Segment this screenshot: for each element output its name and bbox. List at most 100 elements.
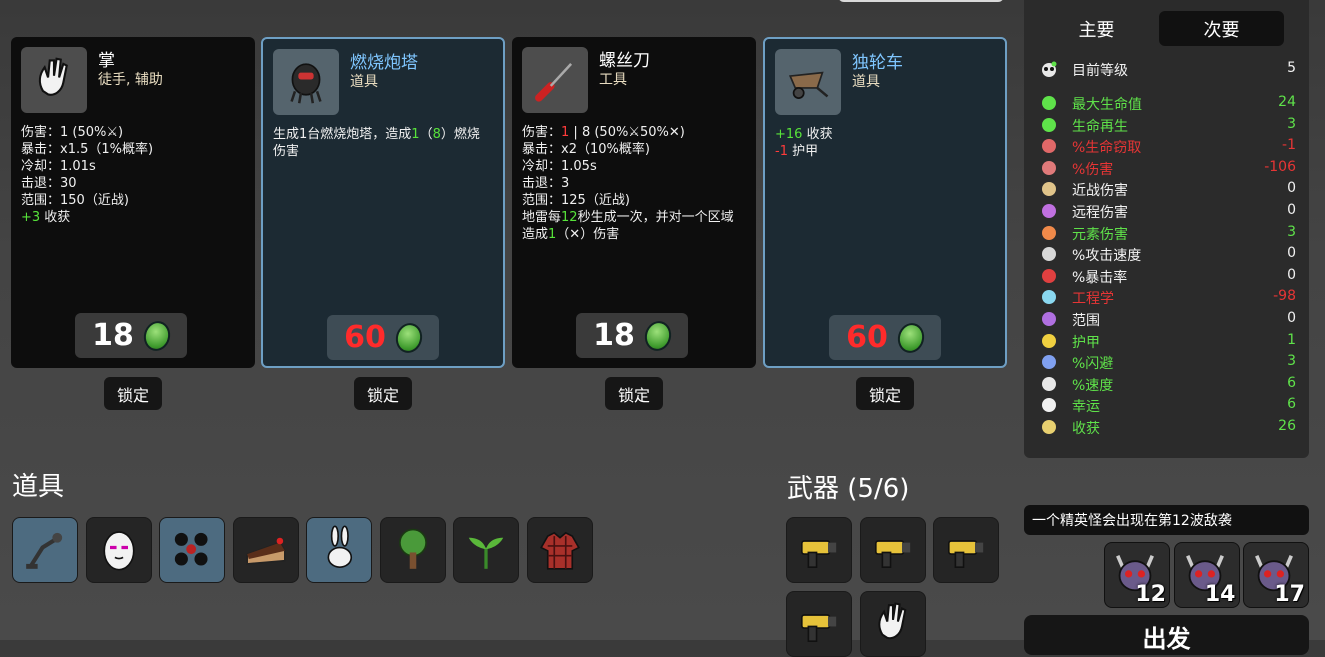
sword-icon <box>1042 182 1056 197</box>
lock-button[interactable]: 锁定 <box>856 377 914 410</box>
desc-segment: +3 <box>21 210 41 225</box>
stat-value: 3 <box>1287 115 1296 132</box>
weapon-slot[interactable] <box>860 517 926 583</box>
desc-line: 冷却：1.05s <box>522 158 746 175</box>
tab-secondary[interactable]: 次要 <box>1159 11 1284 46</box>
item-slot[interactable] <box>232 517 299 583</box>
elite-enemy-slot: 14 <box>1173 542 1240 608</box>
level-value: 5 <box>1287 60 1296 76</box>
card-name: 燃烧炮塔 <box>350 53 418 73</box>
desc-segment: 造成 <box>522 227 549 242</box>
stat-label: %暴击率 <box>1072 269 1128 286</box>
elite-enemy-slot: 12 <box>1104 542 1170 608</box>
weapon-slot[interactable] <box>933 517 999 583</box>
desc-segment: 范围：150（近战) <box>21 193 129 208</box>
desc-segment: 秒生成一次，并对一个区域 <box>577 210 734 225</box>
palm-icon <box>38 57 68 96</box>
card-thumbnail <box>775 49 841 115</box>
item-slot[interactable] <box>379 517 446 583</box>
item-slot[interactable] <box>526 517 593 583</box>
shop-card[interactable]: 掌徒手, 辅助 伤害：1 (50%⚔) 暴击：x1.5（1%概率) 冷却：1.01s 击… <box>11 37 255 368</box>
desc-segment: 1 <box>411 127 420 142</box>
price-tag[interactable]: 18 <box>576 313 688 358</box>
tab-primary[interactable]: 主要 <box>1034 11 1159 46</box>
top-panel-edge <box>838 0 1004 2</box>
card-name: 独轮车 <box>852 53 903 73</box>
desc-line: +3 收获 <box>21 209 245 226</box>
lock-button[interactable]: 锁定 <box>354 377 412 410</box>
desc-segment: 收获 <box>40 210 71 225</box>
price-tag[interactable]: 18 <box>75 313 187 358</box>
stat-value: 3 <box>1287 223 1296 240</box>
weapon-slot[interactable] <box>786 517 852 583</box>
stat-label: 工程学 <box>1072 291 1114 308</box>
stat-row: 最大生命值 24 <box>1038 93 1296 114</box>
desc-line: 伤害：1 | 8 (50%⚔50%✕) <box>522 124 746 141</box>
weapon-slot[interactable] <box>860 591 926 657</box>
desc-segment: 12 <box>561 210 578 225</box>
stat-label: 幸运 <box>1072 399 1100 416</box>
price-value: 60 <box>846 320 888 355</box>
card-thumbnail <box>522 47 588 113</box>
desc-line: +16 收获 <box>775 126 995 143</box>
stat-row: %伤害 -106 <box>1038 158 1296 179</box>
hammer-lamp-icon <box>26 532 63 569</box>
item-slot[interactable] <box>306 517 372 583</box>
shop-card[interactable]: 螺丝刀 工具 伤害：1 | 8 (50%⚔50%✕) 暴击：x2（10%概率) 冷却：1… <box>512 37 756 368</box>
desc-segment: 暴击：x1.5（1%概率) <box>21 142 154 157</box>
lock-button[interactable]: 锁定 <box>605 377 663 410</box>
desc-line: 暴击：x2（10%概率) <box>522 141 746 158</box>
desc-segment: 伤害：1 (50% <box>21 125 107 140</box>
item-slot[interactable] <box>159 517 225 583</box>
weapon-slot[interactable] <box>786 591 852 657</box>
stats-panel: 主要 次要 目前等级 5 最大生命值 24 生命再生 3 %生命窃取 -1 %伤害 -106 近… <box>1024 0 1309 458</box>
elite-enemy-slot: 17 <box>1243 542 1309 608</box>
desc-segment: （ <box>419 127 433 142</box>
price-tag[interactable]: 60 <box>327 315 439 360</box>
stat-value: 0 <box>1287 245 1296 262</box>
go-button[interactable]: 出发 <box>1024 615 1309 655</box>
stat-row: %闪避 3 <box>1038 352 1296 373</box>
stat-value: -98 <box>1273 288 1296 305</box>
fangs-icon <box>1042 139 1056 154</box>
desc-segment: 冷却：1.05s <box>522 159 597 174</box>
desc-line: -1 护甲 <box>775 143 995 160</box>
stat-label: 最大生命值 <box>1072 97 1142 113</box>
stat-label: 远程伤害 <box>1072 205 1128 221</box>
card-description: +16 收获 -1 护甲 <box>775 126 995 160</box>
item-slot[interactable] <box>12 517 78 583</box>
taser-icon <box>801 540 837 568</box>
stat-value: 0 <box>1287 266 1296 283</box>
desc-segment: 收获 <box>802 127 833 142</box>
boot-icon <box>1042 376 1056 391</box>
stat-label: %闪避 <box>1072 356 1114 373</box>
shield-icon <box>1042 333 1056 348</box>
card-description: 伤害：1 (50%⚔) 暴击：x1.5（1%概率) 冷却：1.01s 击退：30 范围：… <box>21 124 245 226</box>
egg-icon <box>102 531 135 571</box>
stat-row: %攻击速度 0 <box>1038 244 1296 265</box>
item-slot[interactable] <box>453 517 519 583</box>
stat-row: 范围 0 <box>1038 309 1296 330</box>
stat-label: 范围 <box>1072 313 1100 329</box>
desc-line: 暴击：x1.5（1%概率) <box>21 141 245 158</box>
stat-value: -1 <box>1282 137 1296 154</box>
wrench-cross-icon <box>1042 290 1056 305</box>
elite-wave-notice: 一个精英怪会出现在第12波敌袭 <box>1024 505 1309 535</box>
desc-line: 造成1（✕）伤害 <box>522 226 746 243</box>
shop-card[interactable]: 燃烧炮塔 道具 生成1台燃烧炮塔，造成1（8）燃烧 伤害 60 <box>261 37 505 368</box>
shop-card[interactable]: 独轮车 道具 +16 收获 -1 护甲 60 <box>763 37 1007 368</box>
stat-row: 幸运 6 <box>1038 395 1296 416</box>
price-tag[interactable]: 60 <box>829 315 941 360</box>
desc-segment: -1 <box>775 144 788 159</box>
range-waves-icon <box>1042 312 1056 326</box>
stat-value: 0 <box>1287 180 1296 197</box>
wave-number: 12 <box>1135 582 1166 607</box>
desc-line: 范围：125（近战) <box>522 192 746 209</box>
desc-segment: ）燃烧 <box>440 127 480 142</box>
desc-segment: 伤害： <box>522 125 562 140</box>
taser-icon <box>801 614 837 642</box>
card-thumbnail <box>21 47 87 113</box>
lock-button[interactable]: 锁定 <box>104 377 162 410</box>
card-type: 道具 <box>852 74 880 90</box>
item-slot[interactable] <box>85 517 152 583</box>
